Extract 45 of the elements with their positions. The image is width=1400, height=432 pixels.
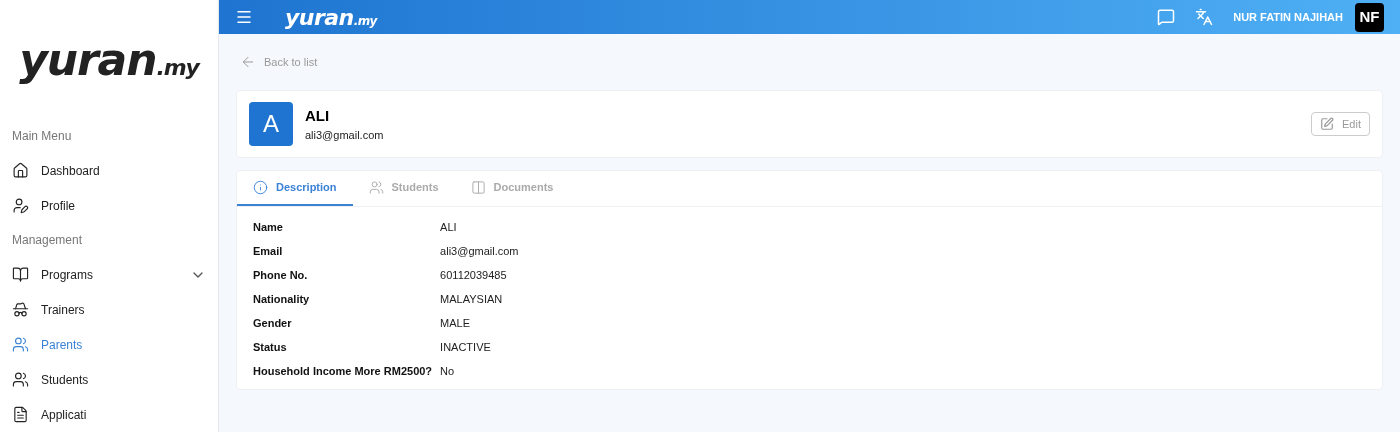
field-label: Email [253,244,284,257]
field-value: No [440,364,456,377]
nav-item[interactable]: Trainers [0,292,218,327]
field-value: INACTIVE [440,340,492,353]
field-label: Name [253,220,284,233]
menu-icon[interactable] [235,8,253,26]
logo: yuran.my [285,3,377,32]
nav-item[interactable]: Parents [0,327,218,362]
field-label: Household Income More RM2500? [253,364,433,377]
user-pen-icon [12,197,29,214]
nav-item[interactable]: Applicati [0,397,218,432]
nav-item[interactable]: Students [0,362,218,397]
field-value: ali3@gmail.com [440,244,520,257]
user-name: NUR FATIN NAJIHAH [1233,9,1343,25]
nav-item[interactable]: Profile [0,188,218,223]
chat-icon[interactable] [1157,8,1176,26]
user-avatar[interactable]: NF [1355,2,1384,32]
field-label: Gender [253,316,293,329]
profile-name: ALI [305,105,331,126]
section-title: Management [11,232,84,249]
logo: yuran.my [19,32,199,87]
field-label: Phone No. [253,268,309,281]
field-value: MALAYSIAN [440,292,504,305]
panel-icon [470,180,486,195]
info-icon [253,180,268,195]
field-label: Status [253,340,288,353]
nav-item[interactable]: Dashboard [0,153,218,188]
field-label: Nationality [253,292,311,305]
avatar: A [249,102,293,146]
group-icon [12,371,29,388]
translate-icon[interactable] [1195,8,1214,26]
document-icon [12,406,29,423]
people-icon [12,336,29,353]
house-icon [12,162,29,179]
nav-item[interactable]: Programs [0,257,218,292]
group-icon [368,180,384,195]
field-value: ALI [440,220,458,233]
edit-icon [1320,117,1335,131]
field-value: 60112039485 [440,268,508,281]
profile-email: ali3@gmail.com [305,128,385,143]
person-icon [12,301,29,318]
section-title: Main Menu [11,128,73,145]
tab[interactable]: Description [237,171,353,206]
field-value: MALE [440,316,472,329]
book-icon [12,266,29,283]
